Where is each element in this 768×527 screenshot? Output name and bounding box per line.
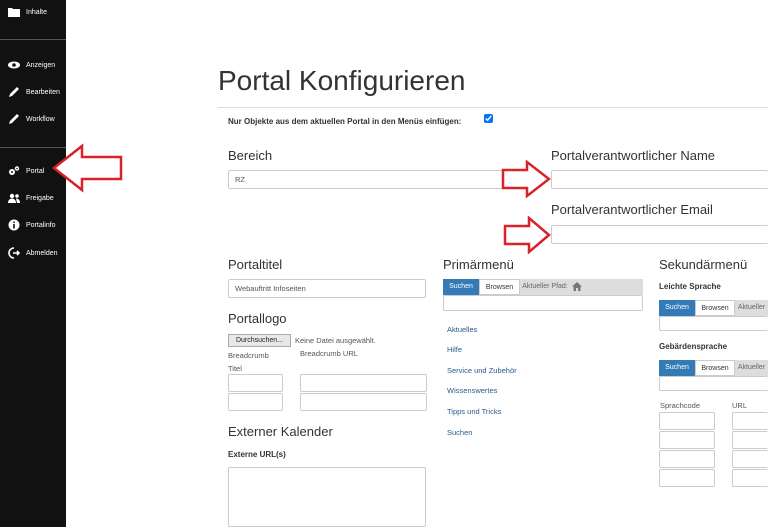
title-divider: [218, 107, 768, 108]
menu-item-link[interactable]: Hilfe: [447, 345, 462, 354]
tab-suchen[interactable]: Suchen: [659, 360, 695, 376]
breadcrumb-title-field[interactable]: [228, 393, 283, 411]
sidebar-item-label: Bearbeiten: [26, 89, 60, 96]
url-col-label: URL: [732, 401, 748, 410]
sprachcode-field[interactable]: [659, 431, 715, 449]
current-path-label: Aktueller: [737, 364, 766, 371]
sekundaermenu-label: Sekundärmenü: [659, 257, 748, 272]
leichte-sprache-label: Leichte Sprache: [659, 282, 721, 291]
current-path-label: Aktueller: [737, 304, 766, 311]
bereich-field[interactable]: [228, 170, 538, 189]
menu-item-link[interactable]: Aktuelles: [447, 325, 477, 334]
sidebar-item-label: Anzeigen: [26, 62, 56, 69]
kalender-label: Externer Kalender: [228, 424, 333, 439]
only-portal-checkbox[interactable]: [484, 114, 493, 123]
sidebar-item-label: Workflow: [26, 116, 55, 123]
pencil-icon: [9, 114, 19, 124]
external-urls-label: Externe URL(s): [228, 450, 286, 459]
current-path-label: Aktueller Pfad:: [522, 283, 568, 290]
url-field[interactable]: [732, 431, 768, 449]
sidebar: Inhalte Anzeigen Bearbeiten Workflow Por…: [0, 0, 66, 527]
tab-browsen[interactable]: Browsen: [479, 279, 520, 295]
portaltitel-field[interactable]: [228, 279, 426, 298]
external-urls-textarea[interactable]: [228, 467, 426, 527]
gebaerdensprache-tabbar: Suchen Browsen Aktueller: [659, 360, 768, 376]
gebaerdensprache-search-field[interactable]: [659, 376, 768, 391]
sidebar-item-abmelden[interactable]: Abmelden: [0, 243, 66, 265]
breadcrumb-url-field[interactable]: [300, 374, 427, 392]
logout-icon: [8, 247, 20, 259]
users-icon: [8, 193, 20, 203]
menu-item-link[interactable]: Service und Zubehör: [447, 366, 517, 375]
info-icon: [8, 219, 20, 231]
gears-icon: [9, 166, 20, 175]
folder-icon: [8, 8, 20, 17]
gebaerdensprache-label: Gebärdensprache: [659, 342, 728, 351]
responsible-email-field[interactable]: [551, 225, 768, 244]
annotation-arrow-left: [52, 143, 123, 193]
responsible-name-field[interactable]: [551, 170, 768, 189]
primaermenu-label: Primärmenü: [443, 257, 514, 272]
url-field[interactable]: [732, 450, 768, 468]
annotation-arrow-right: [501, 160, 551, 198]
leichte-sprache-tabbar: Suchen Browsen Aktueller: [659, 300, 768, 316]
sidebar-item-bearbeiten[interactable]: Bearbeiten: [0, 82, 66, 104]
url-field[interactable]: [732, 469, 768, 487]
no-file-text: Keine Datei ausgewählt.: [295, 336, 376, 345]
sidebar-item-portalinfo[interactable]: Portalinfo: [0, 215, 66, 237]
primaermenu-tabbar: Suchen Browsen Aktueller Pfad:: [443, 279, 643, 295]
menu-item-link[interactable]: Tipps und Tricks: [447, 407, 501, 416]
tab-suchen[interactable]: Suchen: [443, 279, 479, 295]
home-icon[interactable]: [572, 282, 582, 291]
breadcrumb-url-label: Breadcrumb URL: [300, 349, 358, 358]
only-portal-label: Nur Objekte aus dem aktuellen Portal in …: [228, 117, 462, 126]
primaermenu-search-field[interactable]: [443, 295, 643, 311]
sidebar-item-inhalte[interactable]: Inhalte: [0, 2, 66, 24]
sidebar-item-label: Freigabe: [26, 195, 54, 202]
sidebar-divider: [0, 39, 66, 40]
breadcrumb-title-label: Breadcrumb Titel: [228, 351, 269, 373]
breadcrumb-title-field[interactable]: [228, 374, 283, 392]
sidebar-item-anzeigen[interactable]: Anzeigen: [0, 55, 66, 77]
portallogo-label: Portallogo: [228, 311, 287, 326]
menu-item-link[interactable]: Suchen: [447, 428, 472, 437]
sprachcode-field[interactable]: [659, 412, 715, 430]
bereich-label: Bereich: [228, 148, 273, 163]
sidebar-item-label: Portalinfo: [26, 222, 56, 229]
page-title: Portal Konfigurieren: [218, 65, 466, 96]
eye-icon: [8, 61, 20, 69]
sprachcode-col-label: Sprachcode: [660, 401, 701, 410]
sprachcode-field[interactable]: [659, 450, 715, 468]
breadcrumb-url-field[interactable]: [300, 393, 427, 411]
pencil-icon: [9, 87, 19, 97]
sprachcode-field[interactable]: [659, 469, 715, 487]
portaltitel-label: Portaltitel: [228, 257, 283, 272]
browse-button[interactable]: Durchsuchen...: [228, 334, 291, 347]
sidebar-item-label: Inhalte: [26, 9, 48, 16]
tab-browsen[interactable]: Browsen: [695, 360, 735, 376]
leichte-sprache-search-field[interactable]: [659, 316, 768, 331]
responsible-email-label: Portalverantwortlicher Email: [551, 202, 713, 217]
annotation-arrow-right: [503, 216, 551, 254]
url-field[interactable]: [732, 412, 768, 430]
responsible-name-label: Portalverantwortlicher Name: [551, 148, 716, 163]
sidebar-item-workflow[interactable]: Workflow: [0, 109, 66, 131]
sidebar-item-label: Abmelden: [26, 250, 58, 257]
menu-item-link[interactable]: Wissenswertes: [447, 386, 497, 395]
tab-browsen[interactable]: Browsen: [695, 300, 735, 316]
tab-suchen[interactable]: Suchen: [659, 300, 695, 316]
sidebar-item-label: Portal: [26, 168, 45, 175]
